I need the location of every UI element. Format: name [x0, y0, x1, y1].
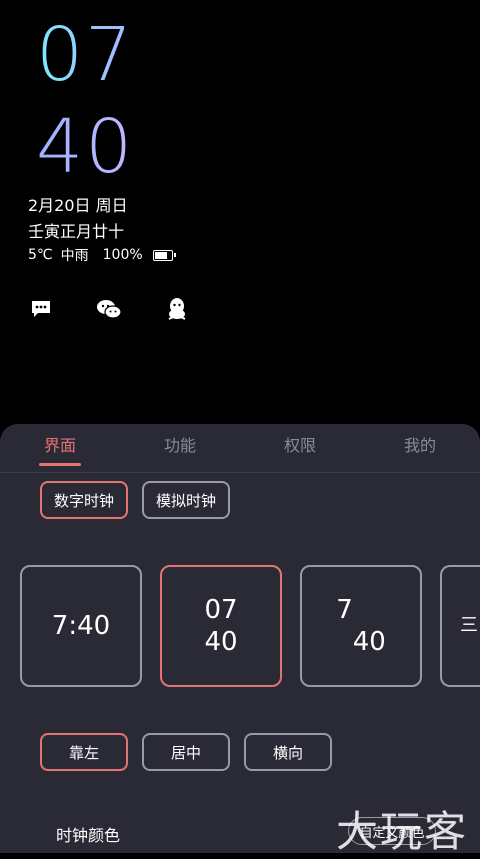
notification-icons	[28, 296, 190, 322]
style-card-selected[interactable]: 07 40	[160, 565, 282, 687]
style-card[interactable]: 7 40	[300, 565, 422, 687]
tab-permissions[interactable]: 权限	[240, 424, 360, 472]
watermark-logo: 大玩客	[336, 807, 469, 856]
weather-condition: 中雨	[60, 248, 89, 264]
clock-color-label: 时钟颜色	[56, 826, 121, 845]
temperature: 5℃	[28, 247, 53, 263]
clock-hour: 07	[36, 12, 135, 98]
align-horizontal-button[interactable]: 横向	[244, 733, 332, 771]
style-card-label: 07 40	[204, 594, 238, 658]
style-card-label: 7 40	[336, 594, 386, 658]
analog-clock-button[interactable]: 模拟时钟	[142, 481, 230, 519]
battery-icon	[152, 249, 176, 261]
style-card-label: 7:40	[51, 610, 111, 641]
style-card[interactable]: 三	[440, 565, 480, 687]
align-center-button[interactable]: 居中	[142, 733, 230, 771]
digital-clock-button[interactable]: 数字时钟	[40, 481, 128, 519]
settings-sheet: 界面 功能 权限 我的 数字时钟 模拟时钟 7:40 07 40 7 40 三 …	[0, 424, 480, 853]
qq-icon	[164, 296, 190, 322]
tab-features[interactable]: 功能	[120, 424, 240, 472]
tab-interface[interactable]: 界面	[0, 424, 120, 472]
align-left-button[interactable]: 靠左	[40, 733, 128, 771]
message-icon	[28, 296, 54, 322]
style-card[interactable]: 7:40	[20, 565, 142, 687]
date-text: 2月20日 周日	[28, 196, 128, 215]
lunar-date-text: 壬寅正月廿十	[28, 222, 125, 241]
wechat-icon	[96, 296, 122, 322]
tab-bar: 界面 功能 权限 我的	[0, 424, 480, 473]
style-card-label: 三	[460, 614, 478, 636]
tab-mine[interactable]: 我的	[360, 424, 480, 472]
clock-minute: 40	[36, 104, 135, 190]
weather-row: 5℃ 中雨 100%	[28, 245, 176, 265]
battery-percent: 100%	[102, 247, 143, 263]
